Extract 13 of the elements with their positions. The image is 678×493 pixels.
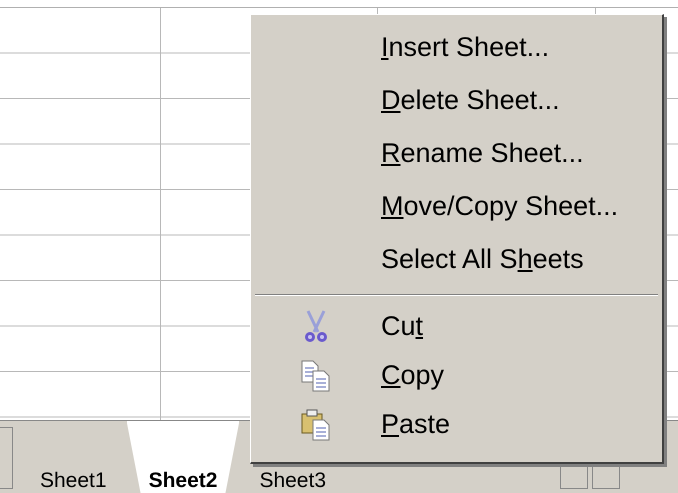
copy-icon: [301, 360, 331, 392]
menu-item[interactable]: Paste: [381, 409, 450, 440]
scissors-icon: [303, 310, 329, 344]
menu-item[interactable]: Delete Sheet...: [381, 85, 560, 116]
menu-item[interactable]: Select All Sheets: [381, 244, 584, 275]
menu-item[interactable]: Cut: [381, 311, 424, 342]
menu-item[interactable]: Rename Sheet...: [381, 138, 584, 169]
paste-icon: [301, 408, 331, 440]
menu-item[interactable]: Insert Sheet...: [381, 32, 550, 63]
menu-item[interactable]: Move/Copy Sheet...: [381, 191, 618, 222]
sheet-tab[interactable]: Sheet2: [126, 421, 240, 493]
menu-item[interactable]: Copy: [381, 360, 444, 391]
scroll-button[interactable]: [0, 427, 13, 489]
